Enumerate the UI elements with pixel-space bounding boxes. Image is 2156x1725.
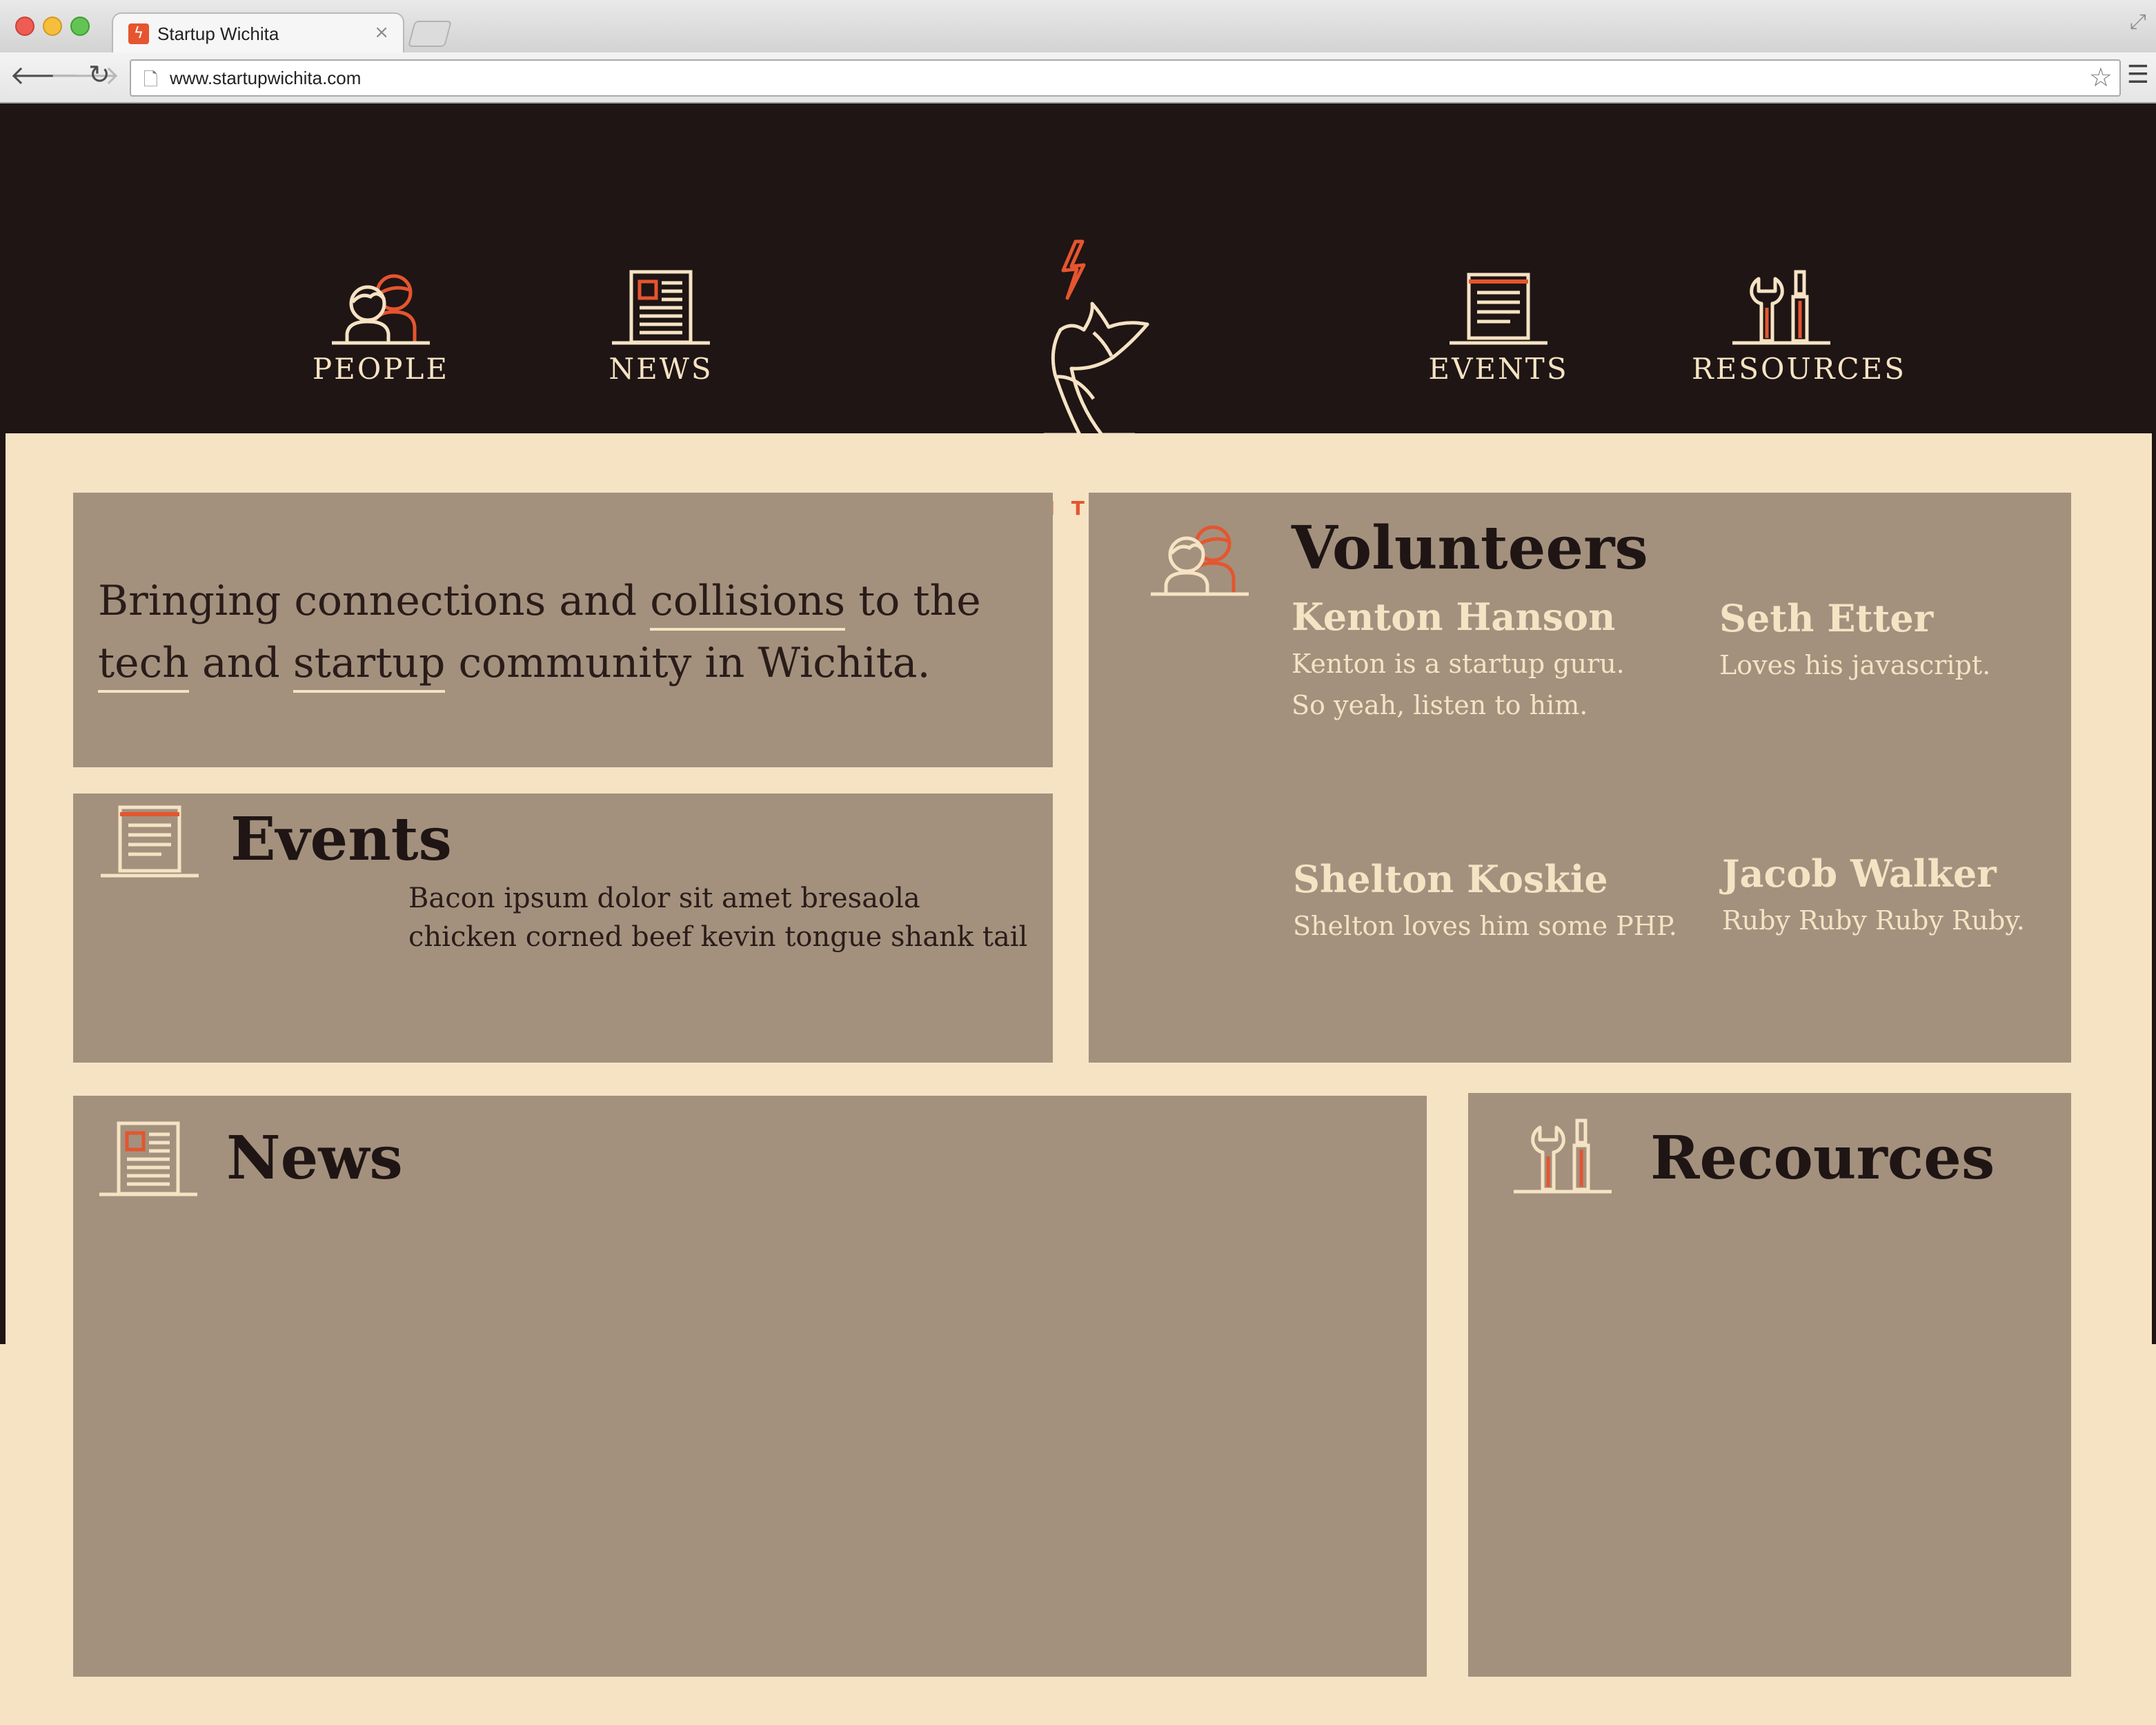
minimize-window-button[interactable] (43, 17, 62, 36)
nav-news[interactable]: NEWS (578, 269, 744, 386)
newspaper-icon (99, 1121, 197, 1196)
tools-icon (1514, 1118, 1612, 1194)
calendar-icon (101, 805, 199, 878)
volunteer-name: Seth Etter (1719, 596, 1934, 640)
volunteers-panel: Volunteers Kenton Hanson Kenton is a sta… (1089, 493, 2071, 1063)
events-panel: Events Bacon ipsum dolor sit amet bresao… (73, 793, 1053, 1063)
calendar-icon (1450, 273, 1547, 345)
volunteer-bio-line-2: So yeah, listen to him. (1292, 690, 1588, 720)
intro-panel: Bringing connections and collisions to t… (73, 493, 1053, 767)
favicon-icon: ϟ (128, 23, 149, 44)
nav-people-label: PEOPLE (312, 352, 450, 386)
news-title: News (226, 1123, 403, 1193)
browser-tab-strip: ϟ Startup Wichita × ⤢ (0, 0, 2156, 54)
intro-text-part: to the (845, 577, 981, 625)
resize-icon[interactable]: ⤢ (2130, 10, 2146, 34)
tools-icon (1732, 270, 1830, 345)
newspaper-icon (612, 270, 710, 345)
highlight-tech: tech (98, 639, 189, 693)
volunteer-card[interactable]: Jacob Walker Ruby Ruby Ruby Ruby. (1722, 851, 2025, 941)
page-edge-left (0, 433, 6, 1344)
volunteer-bio: Loves his javascript. (1719, 650, 1991, 680)
events-body: Bacon ipsum dolor sit amet bresaola chic… (408, 883, 1028, 953)
browser-toolbar: 🡐 🡒 ↻ 🗋 www.startupwichita.com ☆ ☰ (0, 52, 2156, 103)
highlight-startup: startup (293, 639, 446, 693)
people-icon (1151, 525, 1249, 596)
reload-icon[interactable]: ↻ (88, 59, 110, 90)
volunteers-title: Volunteers (1292, 513, 1648, 583)
close-window-button[interactable] (15, 17, 34, 36)
people-icon (332, 274, 430, 345)
intro-text: Bringing connections and collisions to t… (98, 570, 1050, 694)
page-edge-right (2152, 433, 2156, 1344)
lightning-hand-logo-icon (1018, 239, 1149, 438)
new-tab-button[interactable] (407, 21, 453, 47)
intro-text-part: Bringing connections and (98, 577, 651, 625)
zoom-window-button[interactable] (70, 17, 90, 36)
volunteer-bio: Shelton loves him some PHP. (1293, 911, 1677, 941)
volunteer-card[interactable]: Shelton Koskie Shelton loves him some PH… (1293, 857, 1677, 947)
resources-panel: Recources (1468, 1093, 2071, 1677)
intro-text-part: and (188, 639, 293, 687)
volunteer-name: Shelton Koskie (1293, 857, 1608, 901)
browser-tab[interactable]: ϟ Startup Wichita × (112, 12, 404, 54)
resources-title: Recources (1650, 1123, 1995, 1193)
intro-text-part: community in Wichita. (445, 639, 931, 687)
nav-people[interactable]: PEOPLE (298, 269, 464, 386)
news-panel: News (73, 1096, 1427, 1677)
site-header: PEOPLE NEWS STARTUP WICHITA ✦ CRAFTED IN… (0, 103, 2156, 520)
volunteer-bio: Kenton is a startup guru. (1292, 649, 1625, 679)
tab-close-button[interactable]: × (374, 22, 389, 43)
site-title: STARTUP WICHITA (832, 444, 1327, 495)
address-bar[interactable]: 🗋 www.startupwichita.com ☆ (130, 59, 2121, 97)
page-icon: 🗋 (144, 70, 158, 90)
tab-title: Startup Wichita (157, 23, 279, 44)
volunteer-name: Kenton Hanson (1292, 595, 1616, 639)
volunteer-card[interactable]: Kenton Hanson Kenton is a startup guru. … (1292, 595, 1625, 726)
highlight-collisions: collisions (650, 577, 846, 631)
nav-events-label: EVENTS (1428, 352, 1569, 386)
volunteer-name: Jacob Walker (1722, 851, 1997, 896)
nav-news-label: NEWS (609, 352, 713, 386)
menu-icon[interactable]: ☰ (2127, 61, 2149, 89)
url-text[interactable]: www.startupwichita.com (170, 68, 361, 89)
nav-resources[interactable]: RESOURCES (1692, 269, 1907, 386)
site-logo[interactable]: STARTUP WICHITA ✦ CRAFTED IN THE MIDWEST… (814, 239, 1345, 520)
events-title: Events (230, 805, 452, 874)
volunteer-card[interactable]: Seth Etter Loves his javascript. (1719, 596, 1990, 686)
nav-events[interactable]: EVENTS (1416, 269, 1581, 386)
star-icon[interactable]: ☆ (2089, 62, 2113, 92)
volunteer-bio: Ruby Ruby Ruby Ruby. (1722, 905, 2025, 936)
nav-resources-label: RESOURCES (1692, 352, 1907, 386)
